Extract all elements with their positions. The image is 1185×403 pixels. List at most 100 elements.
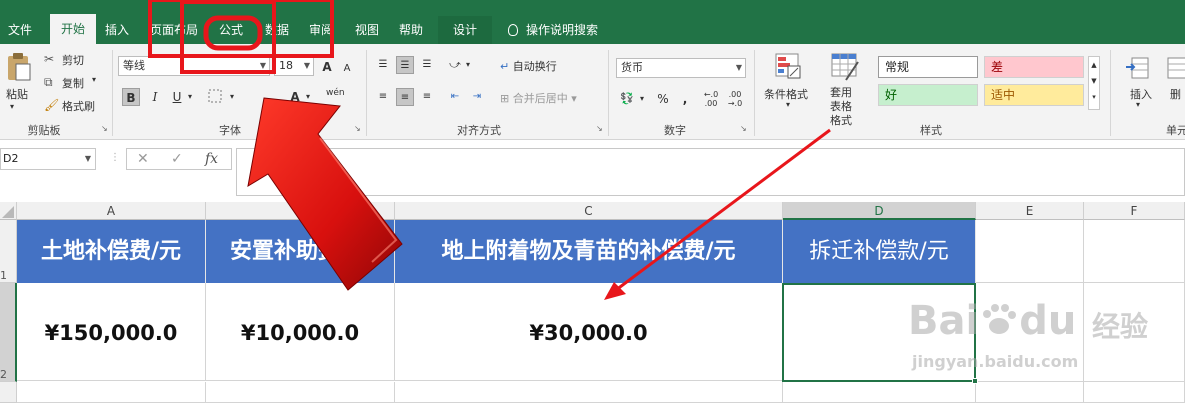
column-header-b[interactable]: B bbox=[206, 202, 395, 220]
style-bad[interactable]: 差 bbox=[984, 56, 1084, 78]
align-top-icon[interactable]: ☰ bbox=[374, 56, 392, 74]
bold-button[interactable]: B bbox=[122, 88, 140, 106]
number-format-select[interactable]: 货币 ▼ bbox=[616, 58, 746, 78]
merge-center-button[interactable]: ⊞ 合并后居中 ▾ bbox=[500, 90, 577, 106]
column-header-f[interactable]: F bbox=[1084, 202, 1185, 220]
copy-dropdown-icon[interactable]: ▾ bbox=[92, 75, 96, 84]
borders-button[interactable] bbox=[206, 88, 224, 106]
underline-dropdown-icon[interactable]: ▾ bbox=[188, 92, 192, 101]
select-all-corner[interactable] bbox=[0, 202, 17, 220]
format-as-table-icon[interactable] bbox=[830, 52, 860, 82]
tab-view[interactable]: 视图 bbox=[348, 16, 386, 44]
decrease-decimal-icon[interactable]: .00 →.0 bbox=[726, 90, 744, 108]
cell-d1[interactable]: 拆迁补偿款/元 bbox=[783, 220, 976, 283]
tab-help[interactable]: 帮助 bbox=[392, 16, 430, 44]
style-neutral[interactable]: 适中 bbox=[984, 84, 1084, 106]
copy-icon[interactable]: ⧉ bbox=[44, 75, 53, 90]
format-as-table-label[interactable]: 套用表格格式 bbox=[830, 86, 854, 128]
insert-dropdown-icon[interactable]: ▾ bbox=[1136, 100, 1140, 109]
align-middle-icon[interactable]: ☰ bbox=[396, 56, 414, 74]
copy-button[interactable]: 复制 bbox=[62, 75, 84, 91]
italic-button[interactable]: I bbox=[146, 88, 164, 106]
tab-review[interactable]: 审阅 bbox=[302, 16, 340, 44]
font-name-select[interactable]: 等线 ▼ bbox=[118, 56, 270, 76]
cell-e3[interactable] bbox=[976, 382, 1084, 403]
cancel-icon[interactable]: ✕ bbox=[137, 151, 149, 167]
style-good[interactable]: 好 bbox=[878, 84, 978, 106]
wrap-text-button[interactable]: ↵ 自动换行 bbox=[500, 58, 557, 74]
font-size-select[interactable]: 18 ▼ bbox=[274, 56, 314, 76]
fill-handle[interactable] bbox=[972, 378, 978, 384]
column-header-a[interactable]: A bbox=[17, 202, 206, 220]
name-box[interactable]: D2 ▼ bbox=[0, 148, 96, 170]
font-launcher-icon[interactable]: ↘ bbox=[354, 124, 361, 133]
cell-a1[interactable]: 土地补偿费/元 bbox=[17, 220, 206, 283]
column-header-e[interactable]: E bbox=[976, 202, 1084, 220]
paste-icon[interactable] bbox=[6, 52, 32, 82]
row-header-2[interactable]: 2 bbox=[0, 283, 17, 382]
delete-cells-icon[interactable] bbox=[1166, 54, 1185, 82]
borders-dropdown-icon[interactable]: ▾ bbox=[230, 92, 234, 101]
cell-c2[interactable]: ¥30,000.0 bbox=[395, 283, 783, 381]
accounting-dropdown-icon[interactable]: ▾ bbox=[640, 94, 644, 103]
style-normal[interactable]: 常规 bbox=[878, 56, 978, 78]
cell-a2[interactable]: ¥150,000.0 bbox=[17, 283, 206, 381]
format-painter-button[interactable]: 格式刷 bbox=[62, 98, 95, 114]
tell-me-search[interactable]: 操作说明搜索 bbox=[508, 16, 598, 44]
number-launcher-icon[interactable]: ↘ bbox=[740, 124, 747, 133]
cell-f1[interactable] bbox=[1084, 220, 1185, 283]
column-header-c[interactable]: C bbox=[395, 202, 783, 220]
tab-data[interactable]: 数据 bbox=[258, 16, 296, 44]
cell-d3[interactable] bbox=[783, 382, 976, 403]
column-header-d[interactable]: D bbox=[783, 202, 976, 220]
orientation-dropdown-icon[interactable]: ▾ bbox=[466, 60, 470, 69]
tab-home[interactable]: 开始 bbox=[50, 14, 96, 44]
tab-design[interactable]: 设计 bbox=[438, 16, 492, 44]
clipboard-launcher-icon[interactable]: ↘ bbox=[101, 124, 108, 133]
formula-input[interactable] bbox=[236, 148, 1185, 196]
alignment-launcher-icon[interactable]: ↘ bbox=[596, 124, 603, 133]
cell-a3[interactable] bbox=[17, 382, 206, 403]
cut-button[interactable]: 剪切 bbox=[62, 52, 84, 68]
row-header-1[interactable]: 1 bbox=[0, 220, 17, 283]
tab-formulas[interactable]: 公式 bbox=[208, 16, 254, 44]
increase-font-button[interactable]: A bbox=[318, 58, 336, 76]
tab-insert[interactable]: 插入 bbox=[98, 16, 136, 44]
styles-gallery-scroll[interactable]: ▲ ▼ ▾ bbox=[1088, 56, 1100, 110]
conditional-formatting-icon[interactable] bbox=[774, 52, 804, 82]
insert-function-button[interactable]: fx bbox=[205, 151, 218, 167]
cell-b3[interactable] bbox=[206, 382, 395, 403]
font-color-dropdown-icon[interactable]: ▾ bbox=[306, 92, 310, 101]
enter-icon[interactable]: ✓ bbox=[171, 151, 183, 167]
format-painter-icon[interactable]: 🖌 bbox=[44, 98, 59, 112]
decrease-font-button[interactable]: A bbox=[338, 60, 356, 78]
cell-f3[interactable] bbox=[1084, 382, 1185, 403]
align-center-icon[interactable]: ≡ bbox=[396, 88, 414, 106]
cell-c1[interactable]: 地上附着物及青苗的补偿费/元 bbox=[395, 220, 783, 283]
cell-c3[interactable] bbox=[395, 382, 783, 403]
orientation-icon[interactable]: ⤻ bbox=[446, 56, 464, 74]
row-header-3[interactable] bbox=[0, 382, 17, 403]
scissors-icon[interactable]: ✂ bbox=[44, 52, 54, 66]
insert-cells-icon[interactable] bbox=[1124, 54, 1152, 82]
percent-button[interactable]: % bbox=[654, 90, 672, 108]
accounting-format-icon[interactable]: 💱 bbox=[618, 90, 636, 108]
comma-button[interactable]: , bbox=[676, 90, 694, 108]
insert-cells-label[interactable]: 插入 bbox=[1130, 86, 1152, 102]
align-bottom-icon[interactable]: ☰ bbox=[418, 56, 436, 74]
phonetic-guide-button[interactable]: wén bbox=[326, 88, 345, 98]
delete-cells-label[interactable]: 删 bbox=[1170, 86, 1181, 102]
paste-label[interactable]: 粘贴 bbox=[6, 86, 28, 102]
align-right-icon[interactable]: ≡ bbox=[418, 88, 436, 106]
conditional-dropdown-icon[interactable]: ▾ bbox=[786, 100, 790, 109]
increase-indent-icon[interactable]: ⇥ bbox=[468, 88, 486, 106]
tab-page-layout[interactable]: 页面布局 bbox=[146, 16, 202, 44]
cell-b2[interactable]: ¥10,000.0 bbox=[206, 283, 395, 381]
cell-b1[interactable]: 安置补助费/元 bbox=[206, 220, 395, 283]
paste-dropdown-icon[interactable]: ▾ bbox=[10, 102, 14, 111]
underline-button[interactable]: U bbox=[168, 88, 186, 106]
increase-decimal-icon[interactable]: ←.0.00 bbox=[702, 90, 720, 108]
cell-e1[interactable] bbox=[976, 220, 1084, 283]
tab-file[interactable]: 文件 bbox=[0, 16, 40, 44]
decrease-indent-icon[interactable]: ⇤ bbox=[446, 88, 464, 106]
